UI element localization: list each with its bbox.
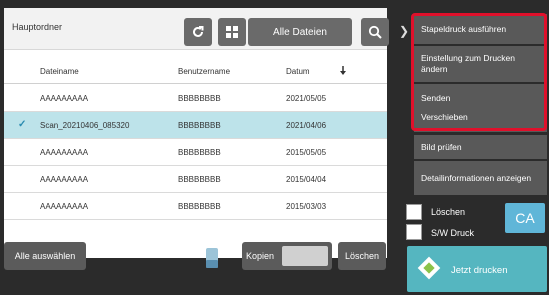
print-now-label: Jetzt drucken xyxy=(451,265,508,276)
delete-checkbox[interactable] xyxy=(406,204,422,220)
column-date[interactable]: Datum xyxy=(286,58,310,84)
row-username: BBBBBBBB xyxy=(178,148,221,157)
row-date: 2021/05/05 xyxy=(286,94,327,103)
file-list-panel: Hauptordner Alle Dateien Dateiname Benut… xyxy=(4,8,389,258)
panel-header: Hauptordner Alle Dateien xyxy=(4,8,389,50)
print-now-button[interactable]: Jetzt drucken xyxy=(407,246,547,292)
row-filename: AAAAAAAAA xyxy=(40,175,89,184)
column-username[interactable]: Benutzername xyxy=(178,58,230,84)
table-row-selected[interactable]: ✓ Scan_20210406_085320 BBBBBBBB 2021/04/… xyxy=(4,112,387,139)
row-date: 2015/03/03 xyxy=(286,202,327,211)
table-row[interactable]: AAAAAAAAA BBBBBBBB 2021/05/05 xyxy=(4,85,387,112)
menu-move[interactable]: Verschieben xyxy=(414,102,547,132)
table-row[interactable]: AAAAAAAAA BBBBBBBB 2015/04/04 xyxy=(4,166,387,193)
collapse-arrow-icon[interactable]: ❯ xyxy=(399,24,409,38)
menu-detail-info[interactable]: Detailinformationen anzeigen xyxy=(414,161,547,195)
search-button[interactable] xyxy=(361,18,389,46)
row-date: 2021/04/06 xyxy=(286,121,327,130)
search-icon xyxy=(368,25,382,39)
menu-batch-print[interactable]: Stapeldruck ausführen xyxy=(414,14,547,44)
clear-all-button[interactable]: CA xyxy=(505,203,545,233)
start-icon xyxy=(417,256,441,280)
menu-check-image[interactable]: Bild prüfen xyxy=(414,135,547,159)
copies-control[interactable]: Kopien xyxy=(242,242,332,270)
delete-button[interactable]: Löschen xyxy=(338,242,386,270)
row-username: BBBBBBBB xyxy=(178,202,221,211)
column-filename[interactable]: Dateiname xyxy=(40,58,79,84)
table-row[interactable]: AAAAAAAAA BBBBBBBB 2015/03/03 xyxy=(4,193,387,220)
checkmark-icon: ✓ xyxy=(18,119,27,130)
row-username: BBBBBBBB xyxy=(178,175,221,184)
folder-title: Hauptordner xyxy=(12,22,63,32)
delete-option-label: Löschen xyxy=(431,207,466,217)
row-username: BBBBBBBB xyxy=(178,121,221,130)
row-filename: AAAAAAAAA xyxy=(40,148,89,157)
bw-print-label: S/W Druck xyxy=(431,228,475,238)
file-filter-button[interactable]: Alle Dateien xyxy=(248,18,352,46)
refresh-icon xyxy=(193,26,204,37)
row-filename: AAAAAAAAA xyxy=(40,94,89,103)
row-filename: Scan_20210406_085320 xyxy=(40,121,130,130)
toner-icon xyxy=(206,248,218,268)
sort-down-icon[interactable] xyxy=(339,66,347,76)
select-all-button[interactable]: Alle auswählen xyxy=(4,242,86,270)
row-username: BBBBBBBB xyxy=(178,94,221,103)
grid-icon xyxy=(226,26,238,38)
row-date: 2015/04/04 xyxy=(286,175,327,184)
copies-label: Kopien xyxy=(246,251,275,261)
copies-input[interactable] xyxy=(282,246,328,266)
row-filename: AAAAAAAAA xyxy=(40,202,89,211)
bw-print-checkbox[interactable] xyxy=(406,224,422,240)
refresh-button[interactable] xyxy=(184,18,212,46)
menu-print-settings[interactable]: Einstellung zum Drucken ändern xyxy=(414,46,547,82)
table-row[interactable]: AAAAAAAAA BBBBBBBB 2015/05/05 xyxy=(4,139,387,166)
thumbnail-view-button[interactable] xyxy=(218,18,246,46)
row-date: 2015/05/05 xyxy=(286,148,327,157)
